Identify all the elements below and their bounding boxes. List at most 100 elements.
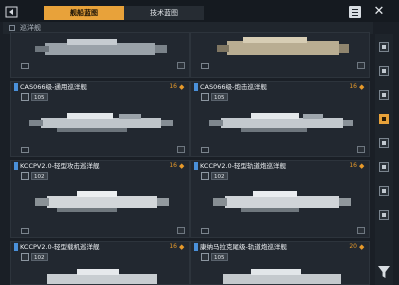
blueprint-card[interactable]: 康纳马拉克尾级-轨道炮巡洋舰 20 ◆ 105 <box>190 241 370 285</box>
ship-name: 康纳马拉克尾级-轨道炮巡洋舰 <box>200 243 287 251</box>
back-icon[interactable] <box>5 6 18 18</box>
tier-marker <box>14 162 18 170</box>
blueprint-icon <box>21 228 29 234</box>
power-value: 16 <box>169 83 177 90</box>
top-bar: 舰船蓝图 技术蓝图 ✕ <box>0 0 399 22</box>
card-header: CAS066级-通用巡洋舰 16 ◆ <box>11 82 189 92</box>
category-icon <box>9 25 15 31</box>
level-icon <box>201 172 209 180</box>
meta-row <box>21 63 31 69</box>
power-value: 16 <box>349 83 357 90</box>
blueprint-card[interactable]: KCCPV2.0-轻型轨道炮巡洋舰 16 ◆ 102 <box>190 160 370 238</box>
level-badge: 102 <box>211 172 228 180</box>
rail-item[interactable] <box>379 90 389 100</box>
ship-name: KCCPV2.0-轻型载机巡洋舰 <box>20 243 100 251</box>
document-icon[interactable] <box>349 6 361 18</box>
rail-item[interactable] <box>379 138 389 148</box>
flame-icon: ◆ <box>359 162 365 170</box>
level-icon <box>21 253 29 261</box>
ship-name: KCCPV2.0-轻型攻击巡洋舰 <box>20 162 100 170</box>
meta-row <box>201 228 211 234</box>
blueprint-icon <box>201 228 209 234</box>
meta-row <box>21 147 31 153</box>
blueprint-icon <box>21 63 29 69</box>
level-badge: 102 <box>31 172 48 180</box>
flame-icon: ◆ <box>359 243 365 251</box>
ship-image <box>217 37 349 55</box>
blueprint-card[interactable]: KCCPV2.0-轻型攻击巡洋舰 16 ◆ 102 <box>10 160 190 238</box>
blueprint-card[interactable] <box>190 32 370 78</box>
blueprint-grid: CAS066级-通用巡洋舰 16 ◆ 105 CAS066级-炮击巡洋舰 16 … <box>4 32 370 285</box>
slot-count <box>177 146 185 153</box>
flame-icon: ◆ <box>359 83 365 91</box>
slot-count <box>357 62 365 69</box>
meta-row <box>201 147 211 153</box>
slot-count <box>177 227 185 234</box>
level-badge: 102 <box>31 253 48 261</box>
slot-count <box>177 62 185 69</box>
slot-count <box>357 227 365 234</box>
blueprint-icon <box>201 63 209 69</box>
close-icon[interactable]: ✕ <box>372 5 386 19</box>
tier-marker <box>14 83 18 91</box>
slot-count <box>357 146 365 153</box>
blueprint-icon <box>21 147 29 153</box>
meta-row <box>201 63 211 69</box>
ship-image <box>209 113 353 132</box>
ship-image <box>223 269 341 284</box>
level-icon <box>21 172 29 180</box>
blueprint-card[interactable]: CAS066级-通用巡洋舰 16 ◆ 105 <box>10 81 190 157</box>
badge-row: 102 <box>201 172 228 180</box>
level-icon <box>201 93 209 101</box>
meta-row <box>21 228 31 234</box>
tab-bar: 舰船蓝图 技术蓝图 <box>44 6 204 20</box>
ship-image <box>47 269 157 284</box>
tab-tech-blueprint[interactable]: 技术蓝图 <box>124 6 204 20</box>
rail-item-active[interactable] <box>379 114 389 124</box>
power-value: 16 <box>169 162 177 169</box>
level-badge: 105 <box>211 93 228 101</box>
ship-image <box>35 39 167 55</box>
flame-icon: ◆ <box>179 243 185 251</box>
blueprint-icon <box>201 147 209 153</box>
card-header: CAS066级-炮击巡洋舰 16 ◆ <box>191 82 369 92</box>
badge-row: 102 <box>21 172 48 180</box>
rail-item[interactable] <box>379 210 389 220</box>
flame-icon: ◆ <box>179 83 185 91</box>
level-icon <box>21 93 29 101</box>
rail-item[interactable] <box>379 42 389 52</box>
blueprint-card[interactable] <box>10 32 190 78</box>
tier-marker <box>14 243 18 251</box>
ship-image <box>29 113 173 132</box>
ship-image <box>35 191 169 212</box>
tier-marker <box>194 243 198 251</box>
badge-row: 105 <box>201 253 228 261</box>
tier-marker <box>194 83 198 91</box>
power-value: 16 <box>169 243 177 250</box>
tab-ship-blueprint[interactable]: 舰船蓝图 <box>44 6 124 20</box>
badge-row: 102 <box>21 253 48 261</box>
rail-item[interactable] <box>379 186 389 196</box>
rail-item[interactable] <box>379 66 389 76</box>
card-header: KCCPV2.0-轻型载机巡洋舰 16 ◆ <box>11 242 189 252</box>
card-header: 康纳马拉克尾级-轨道炮巡洋舰 20 ◆ <box>191 242 369 252</box>
level-icon <box>201 253 209 261</box>
ship-name: CAS066级-炮击巡洋舰 <box>200 83 267 91</box>
tier-marker <box>194 162 198 170</box>
badge-row: 105 <box>21 93 48 101</box>
flame-icon: ◆ <box>179 162 185 170</box>
badge-row: 105 <box>201 93 228 101</box>
level-badge: 105 <box>211 253 228 261</box>
blueprint-card[interactable]: KCCPV2.0-轻型载机巡洋舰 16 ◆ 102 <box>10 241 190 285</box>
ship-image <box>213 191 351 212</box>
level-badge: 105 <box>31 93 48 101</box>
power-value: 16 <box>349 162 357 169</box>
card-header: KCCPV2.0-轻型攻击巡洋舰 16 ◆ <box>11 161 189 171</box>
ship-name: CAS066级-通用巡洋舰 <box>20 83 87 91</box>
ship-name: KCCPV2.0-轻型轨道炮巡洋舰 <box>200 162 287 170</box>
card-header: KCCPV2.0-轻型轨道炮巡洋舰 16 ◆ <box>191 161 369 171</box>
rail-item[interactable] <box>379 162 389 172</box>
blueprint-card[interactable]: CAS066级-炮击巡洋舰 16 ◆ 105 <box>190 81 370 157</box>
power-value: 20 <box>349 243 357 250</box>
filter-rail <box>375 34 393 285</box>
